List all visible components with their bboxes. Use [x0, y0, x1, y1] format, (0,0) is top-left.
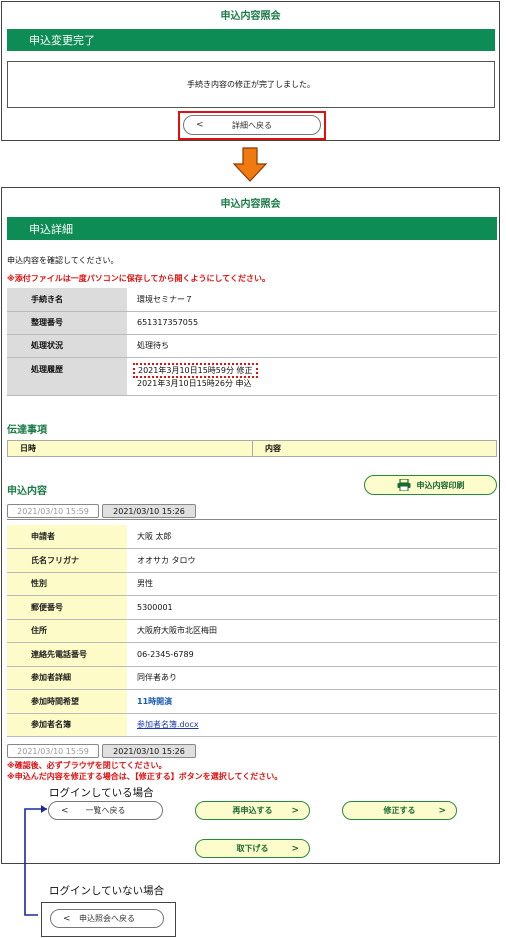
table-row: 参加者名簿 参加者名簿.docx — [7, 713, 497, 737]
table-row: 住所 大阪府大阪市北区梅田 — [7, 619, 497, 643]
table-row: 参加時間希望 11時開演 — [7, 689, 497, 714]
chevron-left-icon: < — [61, 805, 69, 816]
tab-version-1526-bottom[interactable]: 2021/03/10 15:26 — [102, 744, 196, 758]
notice-col-content: 内容 — [265, 444, 281, 453]
notice-table: 日時 内容 — [7, 440, 497, 457]
message-box: 手続き内容の修正が完了しました。 — [7, 61, 495, 108]
attachment-link[interactable]: 参加者名簿.docx — [137, 720, 199, 729]
reapply-button[interactable]: 再申込する > — [195, 801, 310, 820]
content-title: 申込内容 — [7, 486, 47, 497]
confirm-text: 申込内容を確認してください。 — [7, 256, 119, 265]
modify-button[interactable]: 修正する > — [342, 801, 457, 820]
back-to-detail-button[interactable]: < 詳細へ戻る — [183, 115, 321, 135]
table-row: 手続き名 環境セミナー７ — [7, 288, 497, 312]
table-row: 処理履歴 2021年3月10日15時59分 修正 2021年3月10日15時26… — [7, 357, 497, 396]
tab-version-1559[interactable]: 2021/03/10 15:59 — [7, 504, 99, 518]
down-arrow-icon — [232, 147, 268, 182]
table-row: 申請者 大阪 太郎 — [7, 525, 497, 549]
history-modified: 2021年3月10日15時59分 修正 — [133, 363, 258, 378]
detail-page-title: 申込内容照会 — [220, 199, 281, 210]
content-table: 申請者 大阪 太郎 氏名フリガナ オオサカ タロウ 性別 男性 郵便番号 5300001… — [7, 525, 497, 737]
tab-underline — [7, 519, 497, 520]
logged-out-label: ログインしていない場合 — [49, 885, 165, 897]
modify-warning: ※申込んだ内容を修正する場合は、【修正する】ボタンを選択してください。 — [7, 772, 283, 781]
chevron-right-icon: > — [291, 805, 299, 816]
section-header: 申込変更完了 — [7, 29, 495, 51]
table-row: 氏名フリガナ オオサカ タロウ — [7, 548, 497, 573]
chevron-right-icon: > — [291, 843, 299, 854]
table-row: 整理番号 651317357055 — [7, 311, 497, 335]
attachment-warning: ※添付ファイルは一度パソコンに保存してから開くようにしてください。 — [7, 274, 271, 283]
completion-panel: 申込内容照会 申込変更完了 手続き内容の修正が完了しました。 < 詳細へ戻る — [1, 1, 500, 141]
tab-version-1559-bottom[interactable]: 2021/03/10 15:59 — [7, 744, 99, 758]
detail-header: 申込詳細 — [7, 217, 497, 240]
withdraw-button[interactable]: 取下げる > — [195, 839, 310, 858]
chevron-left-icon: < — [196, 120, 204, 130]
inquiry-back-button[interactable]: < 申込照会へ戻る — [50, 909, 164, 928]
printer-icon — [397, 479, 410, 491]
table-row: 性別 男性 — [7, 572, 497, 596]
page-title: 申込内容照会 — [220, 11, 281, 22]
close-browser-warning: ※確認後、必ずブラウザを閉じてください。 — [7, 761, 167, 770]
summary-table: 手続き名 環境セミナー７ 整理番号 651317357055 処理状況 処理待ち 処理… — [7, 288, 497, 396]
history-applied: 2021年3月10日15時26分 申込 — [137, 379, 252, 388]
tab-version-1526[interactable]: 2021/03/10 15:26 — [102, 504, 196, 518]
detail-panel: 申込内容照会 申込詳細 申込内容を確認してください。 ※添付ファイルは一度パソコ… — [1, 187, 500, 864]
list-back-button[interactable]: < 一覧へ戻る — [48, 801, 163, 820]
table-row: 郵便番号 5300001 — [7, 595, 497, 620]
table-row: 参加者詳細 同伴者あり — [7, 666, 497, 690]
chevron-left-icon: < — [63, 913, 71, 924]
logged-in-label: ログインしている場合 — [49, 787, 154, 799]
notice-col-datetime: 日時 — [8, 441, 253, 456]
print-button[interactable]: 申込内容印刷 — [364, 475, 497, 495]
chevron-right-icon: > — [438, 805, 446, 816]
notice-title: 伝達事項 — [7, 425, 47, 436]
table-row: 連絡先電話番号 06-2345-6789 — [7, 642, 497, 667]
completion-message: 手続き内容の修正が完了しました。 — [187, 80, 315, 89]
table-row: 処理状況 処理待ち — [7, 334, 497, 358]
